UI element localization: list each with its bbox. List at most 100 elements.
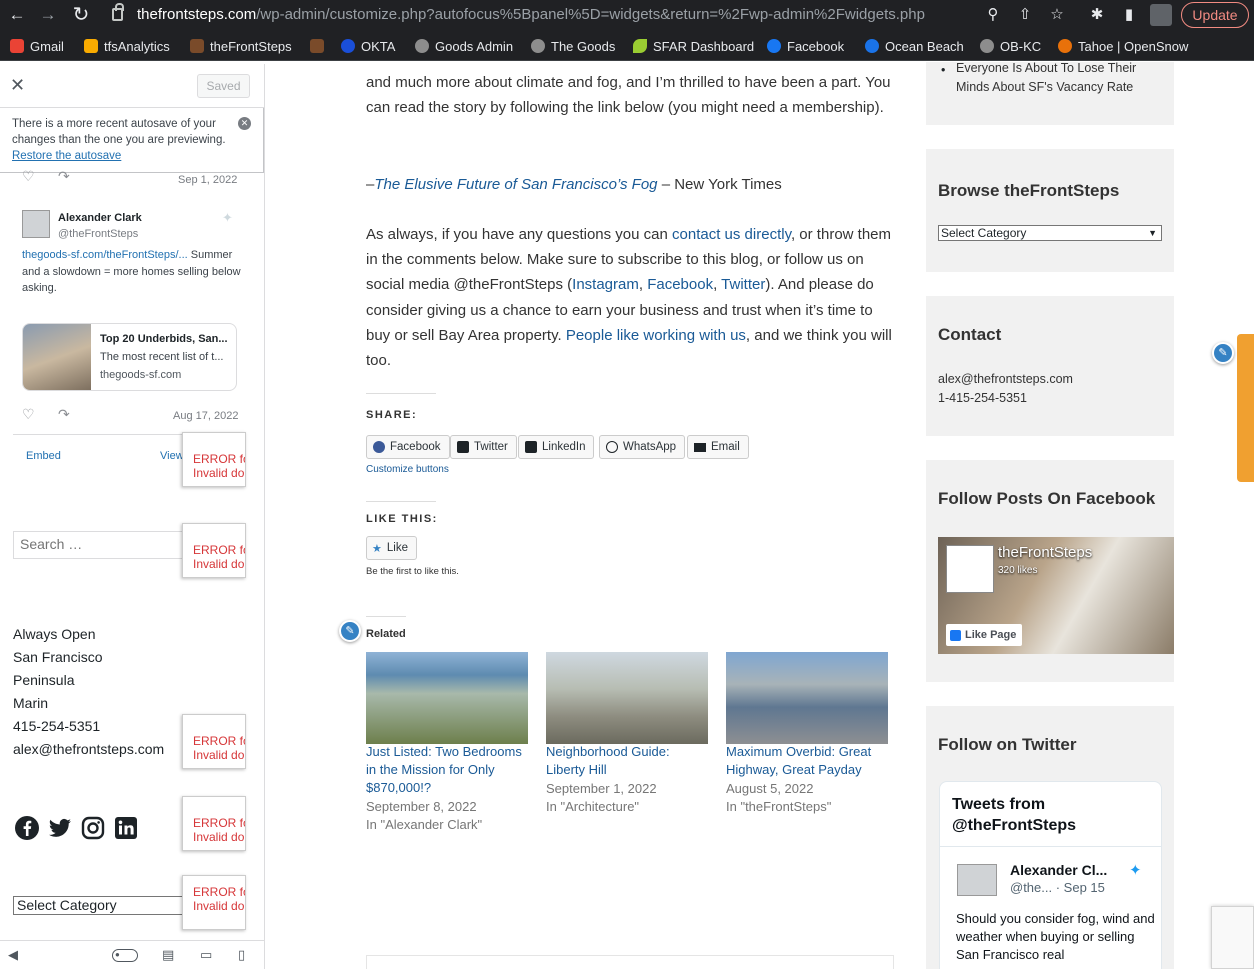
customize-buttons-link[interactable]: Customize buttons [366, 464, 449, 475]
like-page-button[interactable]: Like Page [946, 624, 1023, 646]
tweet-date[interactable]: · Sep 15 [1056, 880, 1105, 895]
sidebar-icon[interactable]: ▮ [1118, 5, 1140, 25]
bookmark-the-goods[interactable]: The Goods [531, 37, 615, 55]
share-icon[interactable]: ⇧ [1014, 5, 1036, 25]
tweet-author-name[interactable]: Alexander Cl... [1010, 862, 1107, 878]
tweet-author-handle[interactable]: @the... [1010, 880, 1052, 895]
share-twitter-button[interactable]: Twitter [450, 435, 517, 459]
share-email-button[interactable]: Email [687, 435, 749, 459]
close-icon[interactable]: ✕ [10, 75, 25, 96]
related-title-3[interactable]: Maximum Overbid: Great Highway, Great Pa… [726, 743, 891, 779]
edit-shortcut-icon[interactable]: ✎ [1212, 342, 1234, 364]
reload-icon[interactable]: ↻ [69, 4, 93, 26]
browse-title: Browse theFrontSteps [938, 181, 1120, 200]
restore-autosave-link[interactable]: Restore the autosave [12, 150, 121, 162]
share-whatsapp-button[interactable]: WhatsApp [599, 435, 686, 459]
update-button[interactable]: Update [1181, 2, 1249, 28]
twitter-bird-icon: ✦ [222, 210, 233, 225]
edit-shortcut-icon[interactable]: ✎ [339, 620, 361, 642]
zoom-icon[interactable]: ⚲ [982, 5, 1004, 25]
lock-icon[interactable] [112, 3, 124, 21]
view-link[interactable]: View [160, 450, 184, 462]
bookmark-tahoe[interactable]: Tahoe | OpenSnow [1058, 37, 1188, 55]
gmail-icon [10, 39, 24, 53]
toggle-icon[interactable]: ● [112, 949, 138, 962]
related-image-3[interactable] [726, 652, 888, 744]
share-linkedin-button[interactable]: LinkedIn [518, 435, 595, 459]
tablet-preview-icon[interactable]: ▭ [200, 947, 212, 963]
contact-link[interactable]: contact us directly [672, 226, 791, 243]
address-line: San Francisco [13, 649, 103, 665]
tweet-author-handle[interactable]: @theFrontSteps [58, 228, 138, 240]
share-tweet-icon[interactable]: ↷ [58, 406, 70, 423]
divider [366, 501, 436, 502]
extensions-icon[interactable]: ✱ [1086, 5, 1108, 25]
heart-icon[interactable]: ♡ [22, 406, 35, 423]
share-label: SHARE: [366, 409, 418, 421]
bookmark-label: Ocean Beach [885, 38, 964, 54]
error-box: ERROR fo Invalid do [182, 432, 246, 487]
card-image [23, 324, 91, 390]
instagram-link[interactable]: Instagram [572, 276, 639, 293]
bookmark-ob-kc[interactable]: OB-KC [980, 37, 1041, 55]
collapse-icon[interactable]: ◀ [8, 947, 18, 963]
heart-icon[interactable]: ♡ [22, 168, 35, 185]
tweet-card[interactable]: Top 20 Underbids, San... The most recent… [22, 323, 237, 391]
tweet-link[interactable]: thegoods-sf.com/theFrontSteps/... [22, 249, 188, 261]
address-line: Marin [13, 695, 49, 711]
back-icon[interactable]: ← [5, 4, 29, 26]
instagram-icon[interactable] [81, 816, 105, 840]
related-image-1[interactable] [366, 652, 528, 744]
url-host: thefrontsteps.com [137, 6, 257, 23]
text: As always, if you have any questions you… [366, 226, 673, 243]
mobile-preview-icon[interactable]: ▯ [238, 947, 245, 963]
saved-button[interactable]: Saved [197, 74, 250, 98]
share-tweet-icon[interactable]: ↷ [58, 168, 70, 185]
like-button[interactable]: ★ Like [366, 536, 417, 560]
bookmark-label: tfsAnalytics [104, 38, 170, 54]
linkedin-icon[interactable] [114, 816, 138, 840]
related-image-2[interactable] [546, 652, 708, 744]
dismiss-icon[interactable]: ✕ [238, 117, 251, 130]
analytics-icon [84, 39, 98, 53]
address-bar[interactable]: thefrontsteps.com/wp-admin/customize.php… [137, 6, 925, 23]
facebook-icon[interactable] [15, 816, 39, 840]
star-icon: ★ [372, 542, 382, 555]
recent-post-link[interactable]: Everyone Is About To Lose Their Minds Ab… [956, 62, 1166, 97]
bookmark-ocean-beach[interactable]: Ocean Beach [865, 37, 964, 55]
twitter-timeline[interactable]: Tweets from @theFrontSteps Alexander Cl.… [939, 781, 1162, 969]
star-icon[interactable]: ☆ [1046, 5, 1068, 25]
people-link[interactable]: People like working with us [566, 327, 746, 344]
embed-link[interactable]: Embed [26, 450, 61, 462]
share-facebook-button[interactable]: Facebook [366, 435, 450, 459]
bookmark-gmail[interactable]: Gmail [10, 37, 64, 55]
related-title-1[interactable]: Just Listed: Two Bedrooms in the Mission… [366, 743, 531, 797]
bookmark-sfar[interactable]: SFAR Dashboard [633, 37, 754, 55]
bookmark-thefrontsteps[interactable]: theFrontSteps [190, 37, 292, 55]
okta-icon [341, 39, 355, 53]
bookmark-goods-admin[interactable]: Goods Admin [415, 37, 513, 55]
floating-share-bar[interactable] [1237, 334, 1254, 482]
facebook-link[interactable]: Facebook [647, 276, 713, 293]
category-select[interactable]: Select Category [13, 896, 188, 915]
twitter-link[interactable]: Twitter [721, 276, 765, 293]
forward-icon[interactable]: → [36, 4, 60, 26]
bookmark-tfsanalytics[interactable]: tfsAnalytics [84, 37, 170, 55]
recaptcha-badge[interactable] [1211, 906, 1254, 969]
bookmark-facebook[interactable]: Facebook [767, 37, 844, 55]
bookmark-okta[interactable]: OKTA [341, 37, 395, 55]
desktop-preview-icon[interactable]: ▤ [162, 947, 174, 963]
related-label: Related [366, 628, 406, 640]
twitter-icon[interactable] [48, 816, 72, 840]
profile-avatar[interactable] [1150, 4, 1172, 26]
tweet-author-name[interactable]: Alexander Clark [58, 212, 142, 224]
browse-category-select[interactable]: Select Category ▼ [938, 225, 1162, 241]
source-link[interactable]: The Elusive Future of San Francisco’s Fo… [374, 176, 657, 193]
search-input[interactable]: Search … [13, 531, 188, 559]
url-path: /wp-admin/customize.php?autofocus%5Bpane… [256, 6, 925, 23]
bookmark-unnamed[interactable] [310, 37, 330, 55]
related-date-3: August 5, 2022 [726, 781, 814, 796]
related-title-2[interactable]: Neighborhood Guide: Liberty Hill [546, 743, 711, 779]
bookmark-label: OB-KC [1000, 38, 1042, 54]
facebook-page-plugin[interactable]: theFrontSteps 320 likes Like Page [938, 537, 1174, 654]
